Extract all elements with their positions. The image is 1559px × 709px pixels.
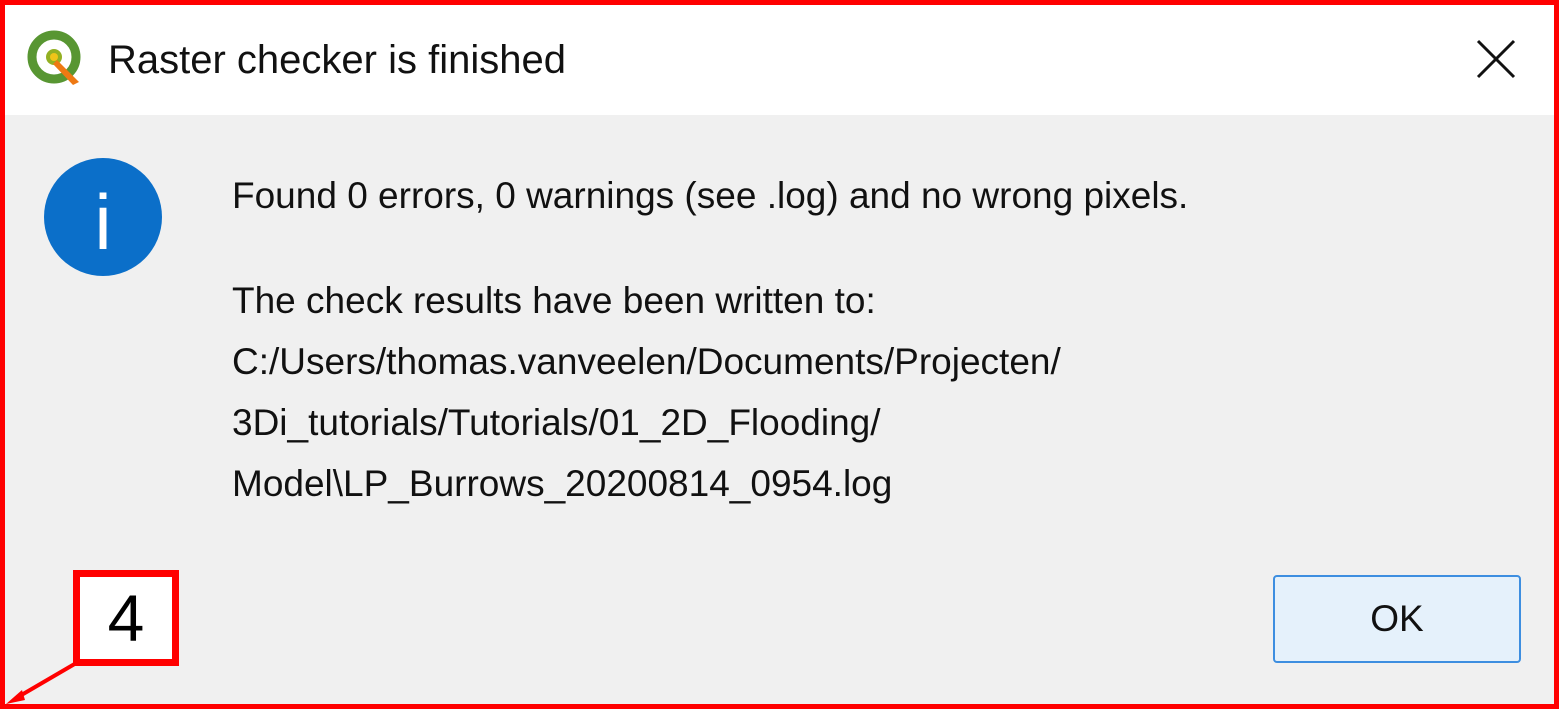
message-text: Found 0 errors, 0 warnings (see .log) an… (232, 165, 1512, 514)
message-line: Model\LP_Burrows_20200814_0954.log (232, 463, 893, 504)
message-line: 3Di_tutorials/Tutorials/01_2D_Flooding/ (232, 402, 881, 443)
message-line: C:/Users/thomas.vanveelen/Documents/Proj… (232, 341, 1061, 382)
message-line: The check results have been written to: (232, 280, 876, 321)
dialog-body: i Found 0 errors, 0 warnings (see .log) … (5, 115, 1554, 704)
annotation-label: 4 (73, 570, 179, 666)
close-icon[interactable] (1474, 37, 1518, 81)
dialog-title: Raster checker is finished (108, 38, 566, 82)
ok-button[interactable]: OK (1273, 575, 1521, 663)
info-icon-letter: i (94, 178, 111, 266)
message-line: Found 0 errors, 0 warnings (see .log) an… (232, 175, 1189, 216)
qgis-logo-icon (27, 30, 81, 85)
dialog-titlebar[interactable]: Raster checker is finished (5, 5, 1554, 115)
information-icon: i (44, 158, 162, 276)
